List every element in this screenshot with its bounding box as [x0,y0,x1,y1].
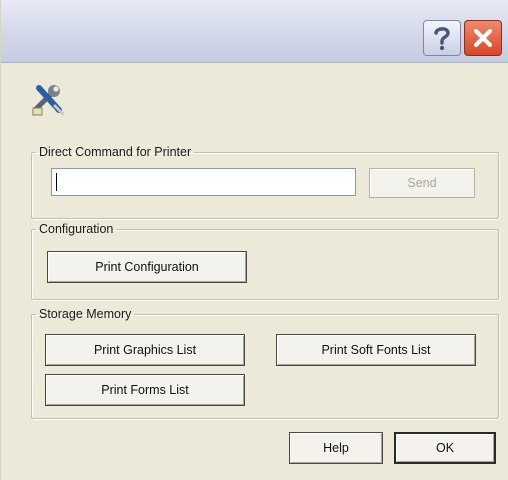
direct-command-input[interactable] [51,168,356,196]
titlebar-close-button[interactable] [464,20,502,56]
print-soft-fonts-list-button[interactable]: Print Soft Fonts List [276,334,476,366]
storage-memory-legend: Storage Memory [39,307,132,321]
titlebar-help-button[interactable] [423,20,461,56]
text-caret [56,173,57,191]
printer-tools-icon [29,80,69,120]
direct-command-legend: Direct Command for Printer [39,145,192,159]
printer-dialog: Direct Command for Printer Send Configur… [0,0,508,480]
print-graphics-list-button[interactable]: Print Graphics List [45,334,245,366]
close-icon [473,28,493,48]
question-mark-icon [434,27,450,51]
help-button[interactable]: Help [289,432,383,464]
configuration-legend: Configuration [39,222,114,236]
send-button[interactable]: Send [369,168,475,198]
title-bar[interactable] [1,0,508,63]
print-configuration-button[interactable]: Print Configuration [47,251,247,283]
print-forms-list-button[interactable]: Print Forms List [45,374,245,406]
ok-button[interactable]: OK [394,432,496,464]
